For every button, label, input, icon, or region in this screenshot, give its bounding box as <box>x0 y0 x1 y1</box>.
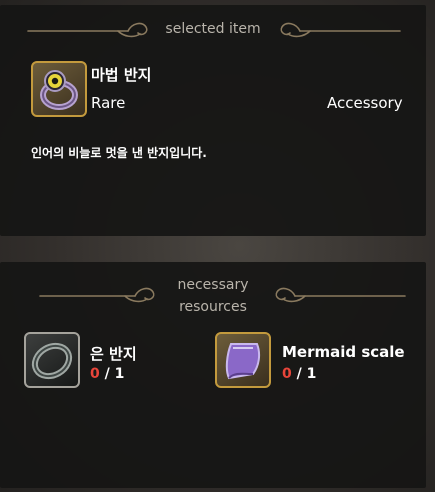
selected-item-name: 마법 반지 <box>91 66 152 84</box>
selected-item-description: 인어의 비늘로 멋을 낸 반지입니다. <box>31 146 207 160</box>
selected-item-title: selected item <box>165 21 261 37</box>
resource-name: 은 반지 <box>90 345 137 363</box>
resource-count: 0 / 1 <box>90 366 124 382</box>
mermaid-scale-icon[interactable] <box>215 332 271 388</box>
resource-have-count: 0 <box>282 366 292 382</box>
selected-item-category: Accessory <box>327 94 403 112</box>
resource-count: 0 / 1 <box>282 366 316 382</box>
selected-item-panel: selected item 마법 반지 Rare Accessory 인어의 비… <box>0 5 426 236</box>
resource-need-count: 1 <box>114 366 125 382</box>
resource-count-separator: / <box>104 366 110 382</box>
resource-name: Mermaid scale <box>282 343 405 361</box>
magic-ring-icon[interactable] <box>31 61 87 117</box>
selected-item-rarity: Rare <box>91 94 126 112</box>
crafting-window: selected item 마법 반지 Rare Accessory 인어의 비… <box>0 0 435 492</box>
resource-need-count: 1 <box>306 366 317 382</box>
necessary-resources-title: necessary resources <box>177 277 249 315</box>
resource-count-separator: / <box>296 366 302 382</box>
necessary-resources-panel: necessary resources 은 반지 0 / 1 Mermaid s… <box>0 262 426 488</box>
resource-have-count: 0 <box>90 366 100 382</box>
silver-ring-icon[interactable] <box>24 332 80 388</box>
